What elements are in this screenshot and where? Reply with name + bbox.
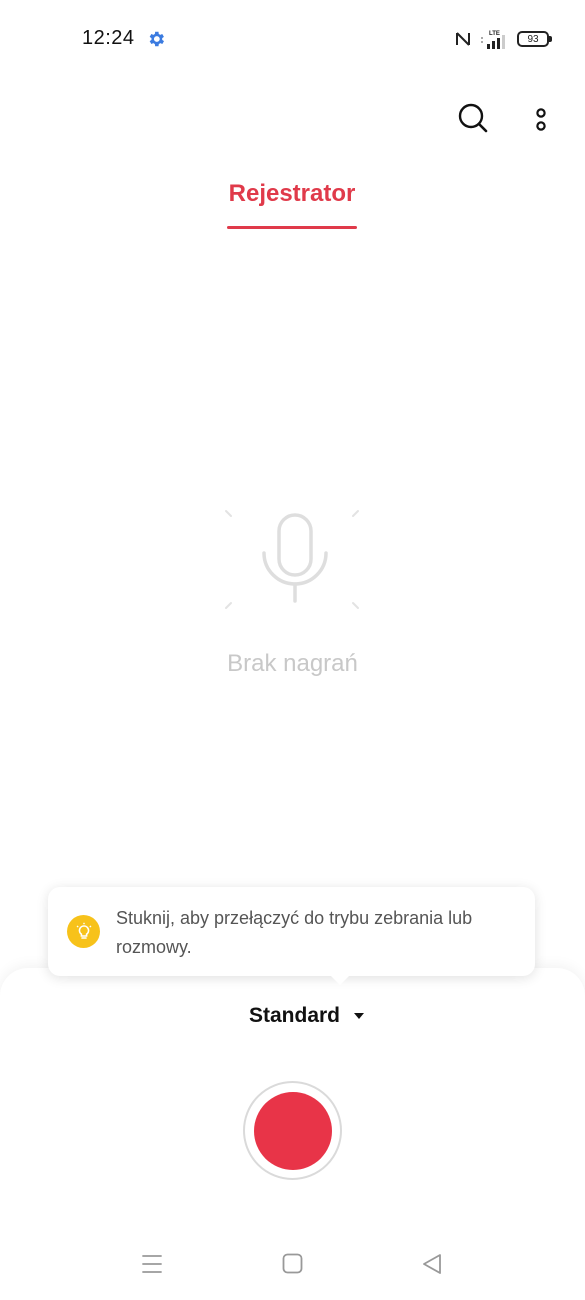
status-time: 12:24	[82, 27, 135, 49]
tab-rejestrator[interactable]: Rejestrator	[226, 176, 358, 230]
record-button[interactable]	[243, 1081, 342, 1180]
status-bar: 12:24 LTE 93	[0, 0, 585, 78]
battery-level: 93	[527, 33, 539, 45]
tooltip-text: Stuknij, aby przełączyć do trybu zebrani…	[116, 908, 473, 957]
mode-selector[interactable]: Standard	[0, 1004, 585, 1028]
search-icon[interactable]	[455, 100, 491, 138]
record-icon	[253, 1091, 332, 1170]
tab-indicator	[227, 226, 357, 229]
tab-label: Rejestrator	[228, 180, 356, 207]
empty-state-message: Brak nagrań	[227, 650, 358, 677]
mode-label: Standard	[248, 1004, 340, 1027]
back-icon[interactable]	[420, 1252, 444, 1276]
lte-signal-icon: LTE	[481, 31, 505, 49]
menu-icon[interactable]	[141, 1253, 163, 1275]
lte-label: LTE	[489, 31, 500, 37]
status-indicators: LTE 93	[455, 28, 552, 50]
caret-down-icon	[354, 1013, 364, 1019]
more-vertical-icon[interactable]	[527, 102, 555, 138]
lightbulb-icon	[67, 915, 100, 948]
microphone-icon	[225, 510, 359, 609]
nfc-icon	[456, 32, 470, 46]
battery-icon: 93	[517, 31, 552, 47]
top-toolbar	[0, 100, 585, 140]
system-navigation-bar	[0, 1236, 585, 1292]
home-icon[interactable]	[282, 1253, 303, 1274]
gear-icon	[149, 31, 164, 47]
mode-tip-tooltip[interactable]: Stuknij, aby przełączyć do trybu zebrani…	[48, 887, 535, 985]
